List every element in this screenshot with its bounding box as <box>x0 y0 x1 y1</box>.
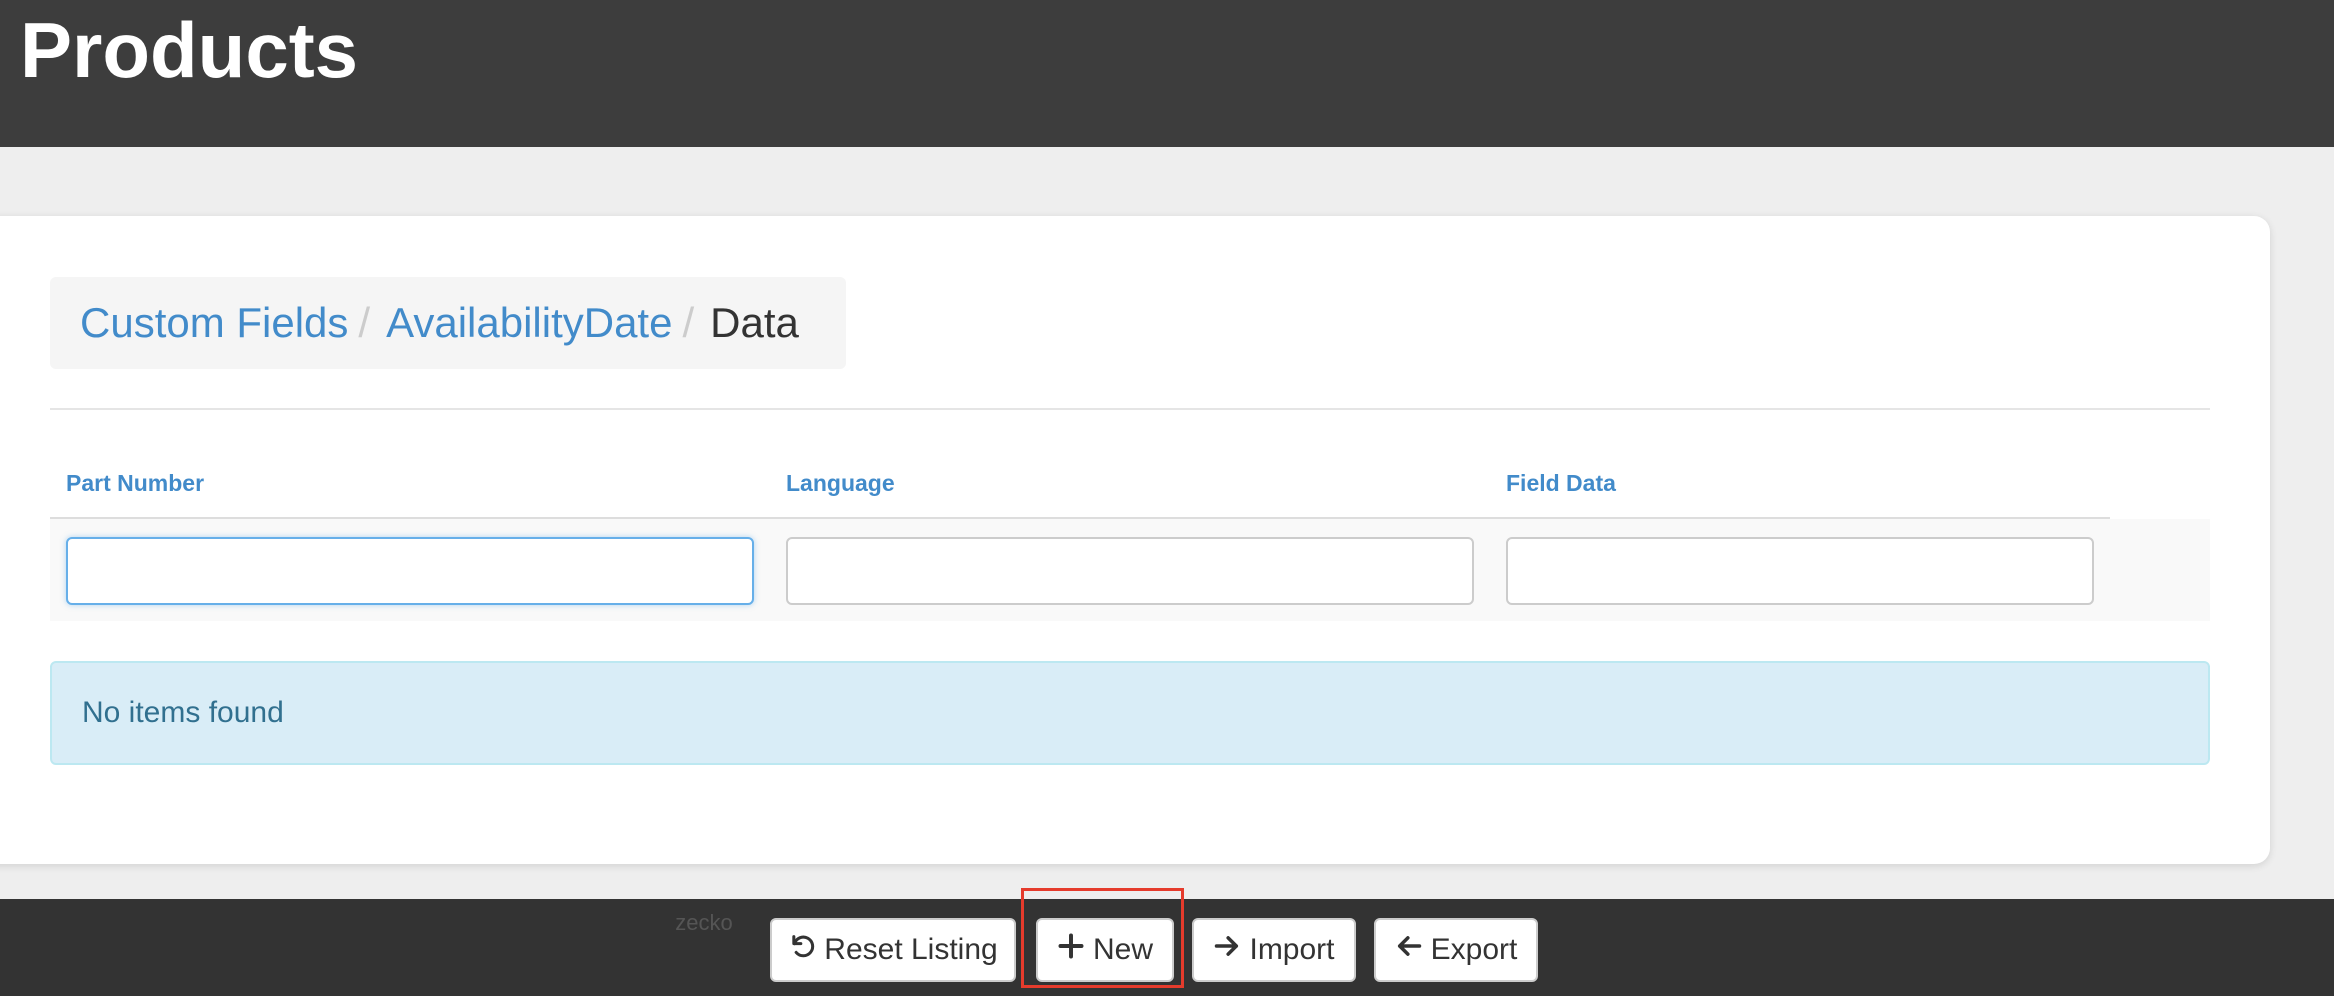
top-header: Products <box>0 0 2334 147</box>
new-button[interactable]: New <box>1036 918 1174 982</box>
column-header-language[interactable]: Language <box>786 470 895 497</box>
breadcrumb-item-custom-fields[interactable]: Custom Fields <box>80 299 348 347</box>
undo-icon <box>788 932 816 968</box>
part-number-filter-input[interactable] <box>66 537 754 605</box>
arrow-left-icon <box>1395 932 1423 968</box>
reset-listing-button[interactable]: Reset Listing <box>770 918 1016 982</box>
breadcrumb-separator: / <box>682 299 695 346</box>
import-label: Import <box>1249 933 1335 966</box>
page-title: Products <box>20 6 359 94</box>
export-label: Export <box>1430 933 1518 966</box>
language-filter-input[interactable] <box>786 537 1474 605</box>
breadcrumb-item-availabilitydate[interactable]: AvailabilityDate <box>386 299 672 347</box>
import-button[interactable]: Import <box>1192 918 1356 982</box>
breadcrumb: Custom Fields / AvailabilityDate / Data <box>50 277 846 369</box>
reset-listing-label: Reset Listing <box>824 933 998 966</box>
column-header-field-data[interactable]: Field Data <box>1506 470 1616 497</box>
field-data-filter-input[interactable] <box>1506 537 2094 605</box>
export-button[interactable]: Export <box>1374 918 1538 982</box>
divider <box>50 408 2210 410</box>
new-label: New <box>1092 933 1153 966</box>
arrow-right-icon <box>1213 932 1241 968</box>
breadcrumb-separator: / <box>358 299 371 346</box>
plus-icon <box>1057 932 1085 968</box>
no-items-alert: No items found <box>50 661 2210 765</box>
breadcrumb-item-data: Data <box>710 299 799 346</box>
alert-message: No items found <box>82 696 284 729</box>
column-header-part-number[interactable]: Part Number <box>66 470 204 497</box>
